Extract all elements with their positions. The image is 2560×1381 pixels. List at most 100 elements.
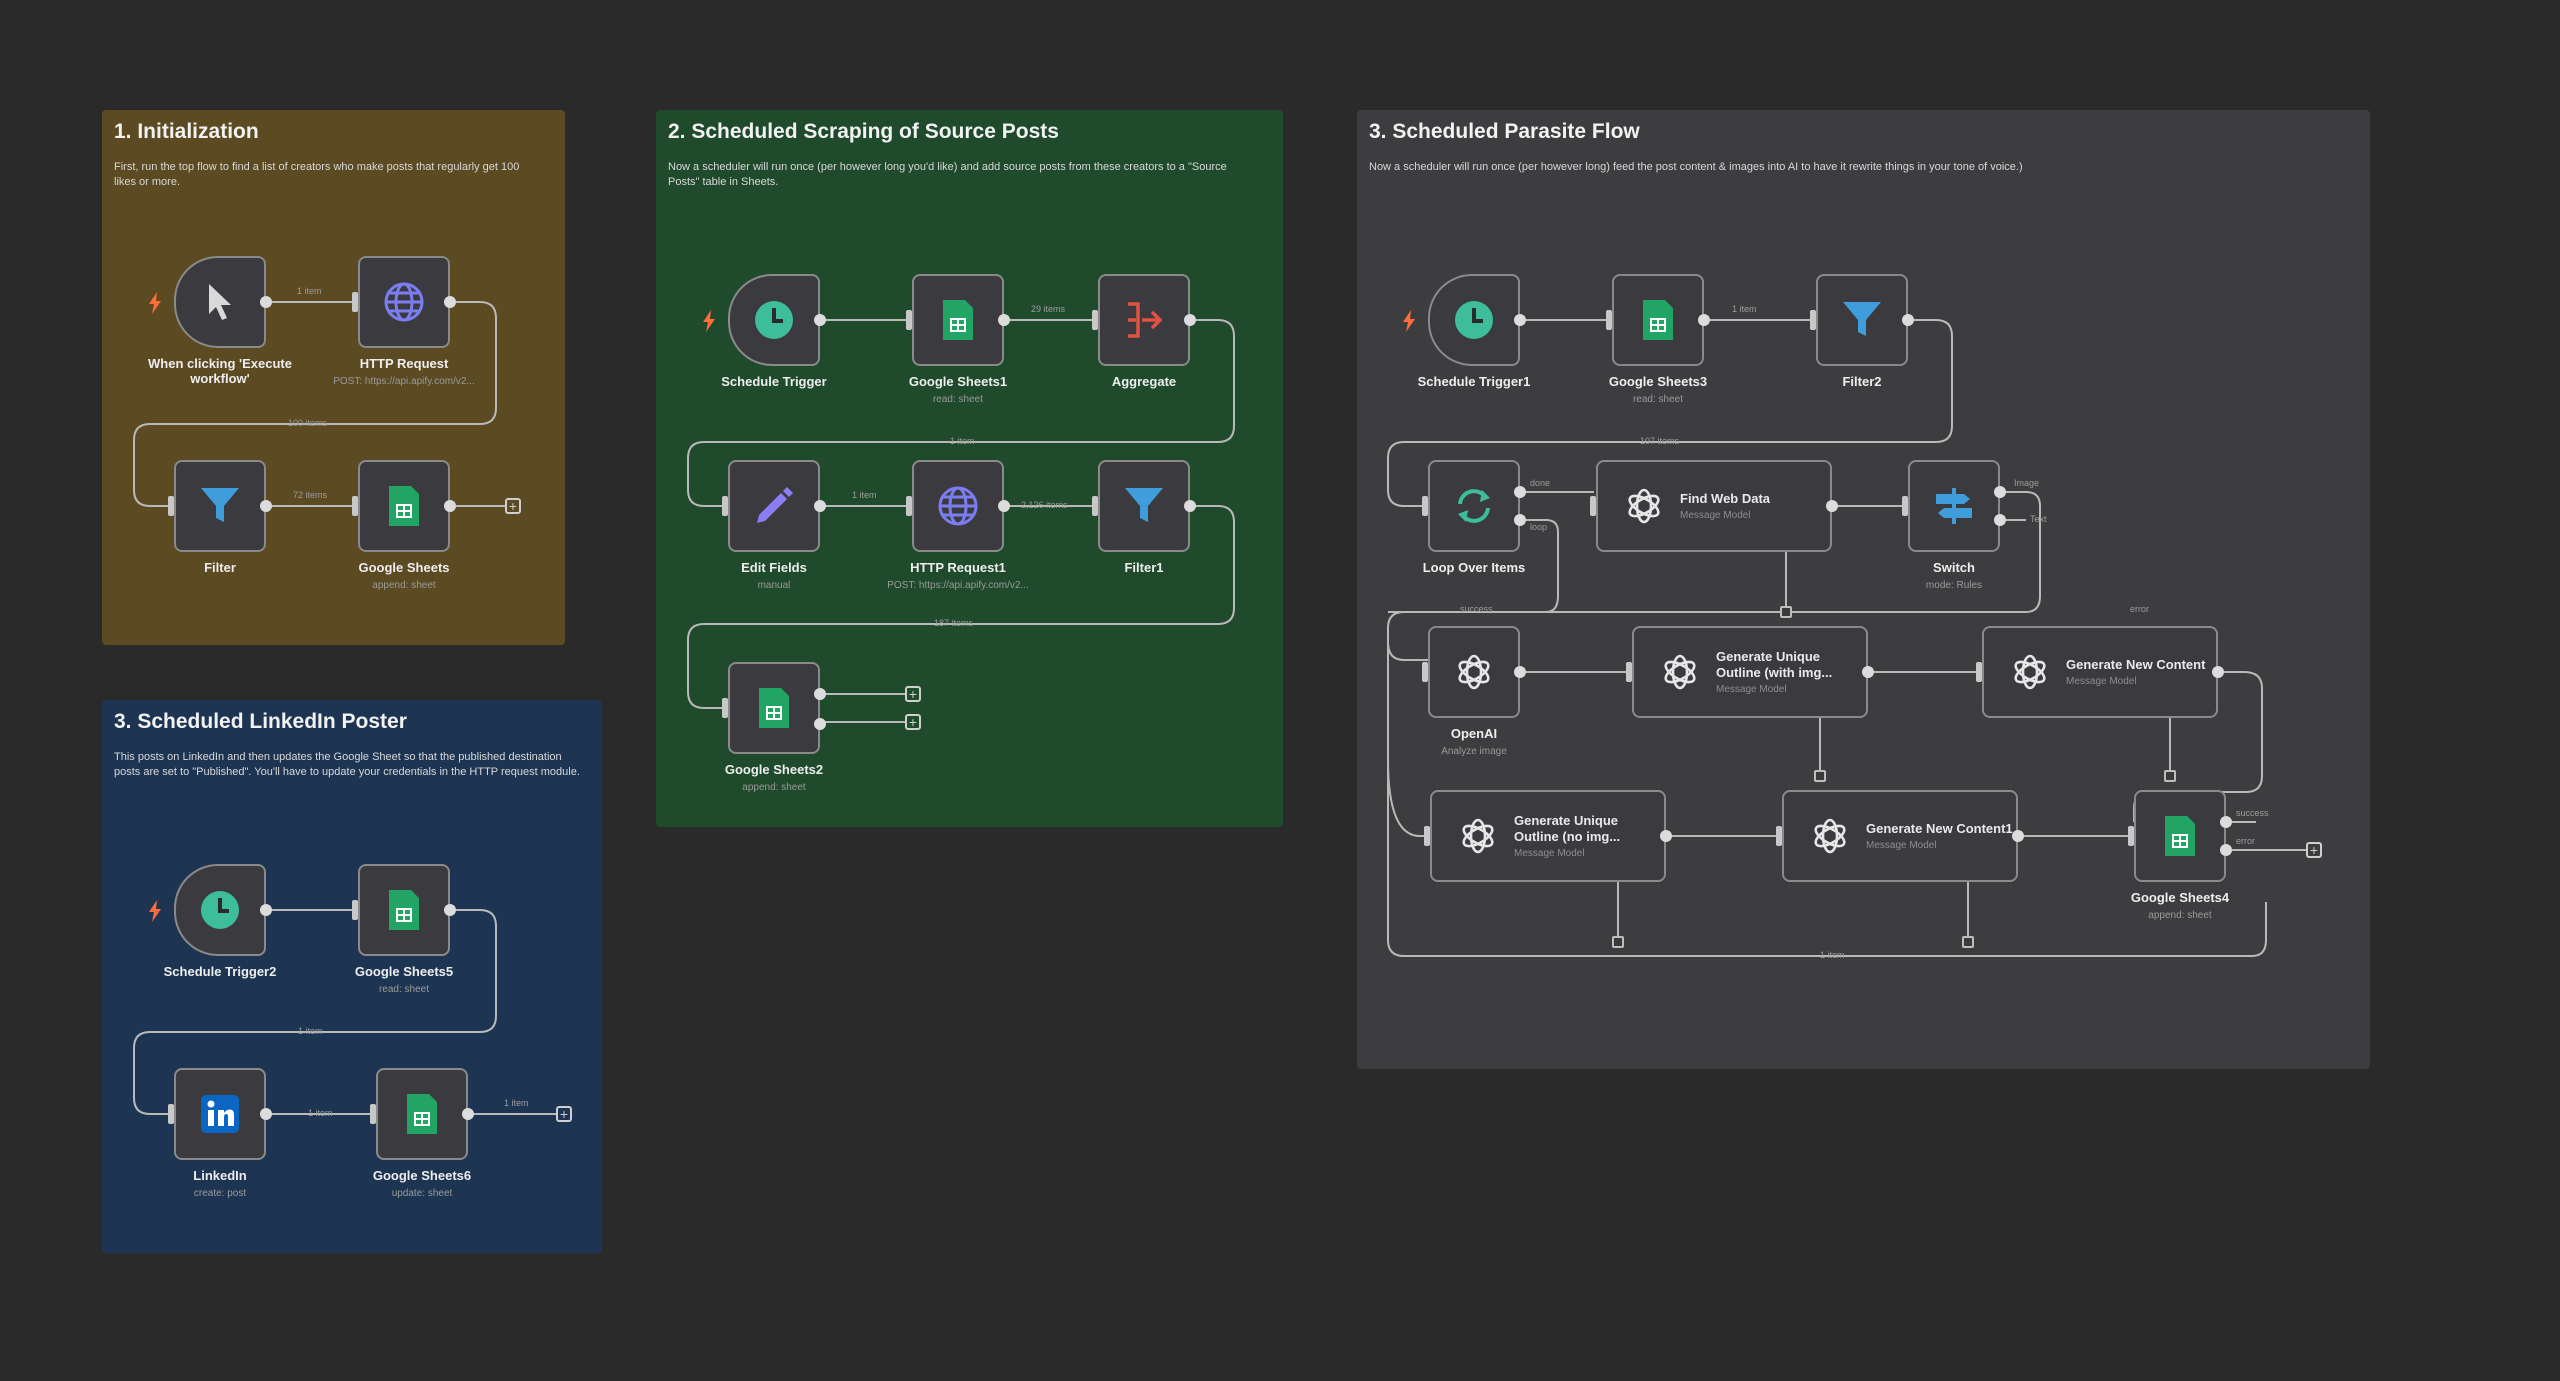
node-label: When clicking 'Execute workflow' [148, 356, 292, 386]
output-port[interactable] [1184, 314, 1196, 326]
node-google-sheets2[interactable] [722, 662, 826, 754]
input-port[interactable] [352, 496, 358, 516]
input-port[interactable] [1606, 310, 1612, 330]
input-port[interactable] [1424, 826, 1430, 846]
input-port[interactable] [1626, 662, 1632, 682]
linkedin-icon [195, 1089, 245, 1139]
output-port[interactable] [1826, 500, 1838, 512]
add-node-button[interactable]: + [2306, 842, 2322, 858]
junction-handle[interactable] [1962, 936, 1974, 948]
input-port[interactable] [1422, 496, 1428, 516]
node-google-sheets1[interactable] [906, 274, 1010, 366]
input-port[interactable] [906, 310, 912, 330]
output-port[interactable] [260, 1108, 272, 1120]
output-port[interactable] [444, 500, 456, 512]
output-port[interactable] [814, 500, 826, 512]
input-port[interactable] [1092, 310, 1098, 330]
node-http-request[interactable] [352, 256, 456, 348]
output-port[interactable] [1698, 314, 1710, 326]
output-port[interactable] [462, 1108, 474, 1120]
node-label: Filter1 [1124, 560, 1164, 575]
node-subtitle: POST: https://api.apify.com/v2... [333, 376, 475, 387]
node-filter[interactable] [168, 460, 272, 552]
node-filter2[interactable] [1810, 274, 1914, 366]
output-port[interactable] [260, 904, 272, 916]
output-port[interactable] [814, 688, 826, 700]
node-loop-over-items[interactable] [1422, 460, 1526, 552]
node-http-request1[interactable] [906, 460, 1010, 552]
node-schedule-trigger1[interactable] [1403, 274, 1526, 366]
node-find-web-data[interactable]: Find Web Data Message Model [1590, 460, 1838, 552]
output-port[interactable] [1862, 666, 1874, 678]
add-node-button[interactable]: + [505, 498, 521, 514]
input-port[interactable] [370, 1104, 376, 1124]
node-generate-unique-outline-no-img[interactable]: Generate Unique Outline (no img... Messa… [1424, 790, 1672, 882]
node-aggregate[interactable] [1092, 274, 1196, 366]
output-port[interactable] [814, 718, 826, 730]
node-generate-new-content[interactable]: Generate New Content Message Model [1976, 626, 2224, 718]
input-port[interactable] [1776, 826, 1782, 846]
node-switch[interactable] [1902, 460, 2006, 552]
output-port[interactable] [1514, 314, 1526, 326]
junction-handle[interactable] [1814, 770, 1826, 782]
input-port[interactable] [1976, 662, 1982, 682]
node-google-sheets3[interactable] [1606, 274, 1710, 366]
output-port[interactable] [1902, 314, 1914, 326]
output-port[interactable] [1514, 514, 1526, 526]
output-port[interactable] [260, 500, 272, 512]
node-linkedin[interactable] [168, 1068, 272, 1160]
output-port[interactable] [2220, 844, 2232, 856]
input-port[interactable] [1092, 496, 1098, 516]
output-port[interactable] [1514, 486, 1526, 498]
add-node-button[interactable]: + [905, 686, 921, 702]
input-port[interactable] [168, 496, 174, 516]
junction-handle[interactable] [1612, 936, 1624, 948]
output-port[interactable] [444, 296, 456, 308]
input-port[interactable] [2128, 826, 2134, 846]
node-generate-new-content1[interactable]: Generate New Content1 Message Model [1776, 790, 2024, 882]
input-port[interactable] [1590, 496, 1596, 516]
edge-label: error [2130, 604, 2150, 614]
node-label: Filter [204, 560, 236, 575]
node-generate-unique-outline-with-img[interactable]: Generate Unique Outline (with img... Mes… [1626, 626, 1874, 718]
add-node-button[interactable]: + [556, 1106, 572, 1122]
output-port[interactable] [998, 314, 1010, 326]
output-port[interactable] [814, 314, 826, 326]
input-port[interactable] [1422, 662, 1428, 682]
input-port[interactable] [906, 496, 912, 516]
node-schedule-trigger[interactable] [703, 274, 826, 366]
input-port[interactable] [1810, 310, 1816, 330]
input-port[interactable] [168, 1104, 174, 1124]
edge-label: error [2236, 836, 2256, 846]
node-openai[interactable] [1422, 626, 1526, 718]
output-port[interactable] [998, 500, 1010, 512]
node-subtitle: update: sheet [391, 1188, 453, 1199]
output-port[interactable] [444, 904, 456, 916]
output-port[interactable] [1514, 666, 1526, 678]
google-sheets-icon [2155, 811, 2205, 861]
output-port[interactable] [1184, 500, 1196, 512]
node-google-sheets6[interactable] [370, 1068, 474, 1160]
node-google-sheets4[interactable] [2128, 790, 2232, 882]
input-port[interactable] [722, 698, 728, 718]
node-manual-trigger[interactable] [149, 256, 272, 348]
output-port[interactable] [1660, 830, 1672, 842]
output-port[interactable] [1994, 486, 2006, 498]
output-port[interactable] [1994, 514, 2006, 526]
output-port[interactable] [2012, 830, 2024, 842]
output-port[interactable] [2212, 666, 2224, 678]
node-google-sheets[interactable] [352, 460, 456, 552]
input-port[interactable] [352, 292, 358, 312]
input-port[interactable] [1902, 496, 1908, 516]
add-node-button[interactable]: + [905, 714, 921, 730]
node-schedule-trigger2[interactable] [149, 864, 272, 956]
junction-handle[interactable] [2164, 770, 2176, 782]
input-port[interactable] [722, 496, 728, 516]
node-filter1[interactable] [1092, 460, 1196, 552]
output-port[interactable] [2220, 816, 2232, 828]
input-port[interactable] [352, 900, 358, 920]
output-port[interactable] [260, 296, 272, 308]
node-edit-fields[interactable] [722, 460, 826, 552]
node-google-sheets5[interactable] [352, 864, 456, 956]
junction-handle[interactable] [1780, 606, 1792, 618]
